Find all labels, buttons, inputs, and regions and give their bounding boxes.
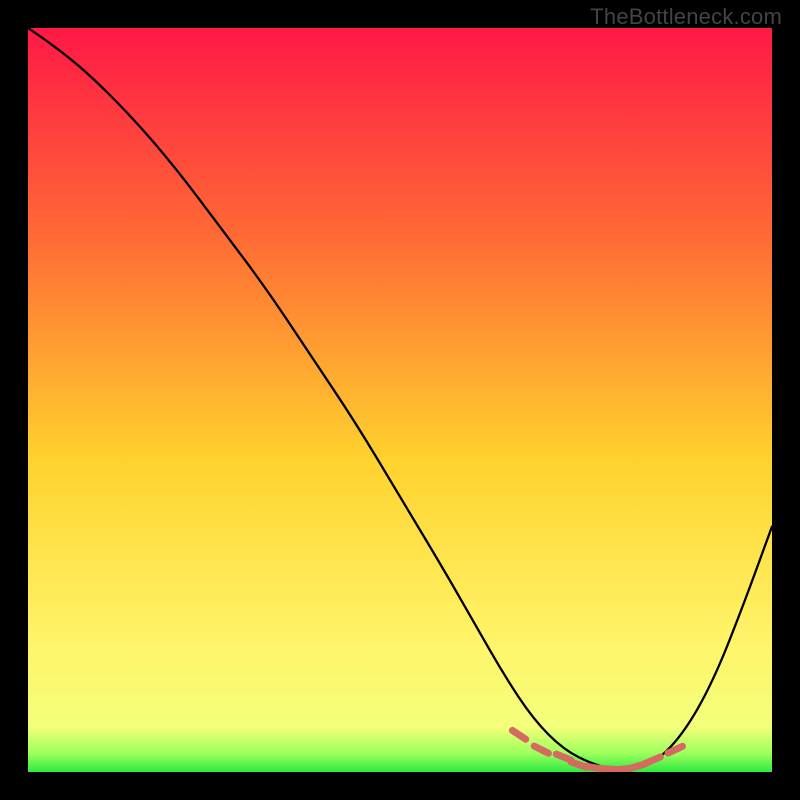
chart-svg	[28, 28, 772, 772]
chart-plot-area	[28, 28, 772, 772]
gradient-background	[28, 28, 772, 772]
chart-frame: TheBottleneck.com	[0, 0, 800, 800]
watermark-text: TheBottleneck.com	[590, 4, 782, 30]
